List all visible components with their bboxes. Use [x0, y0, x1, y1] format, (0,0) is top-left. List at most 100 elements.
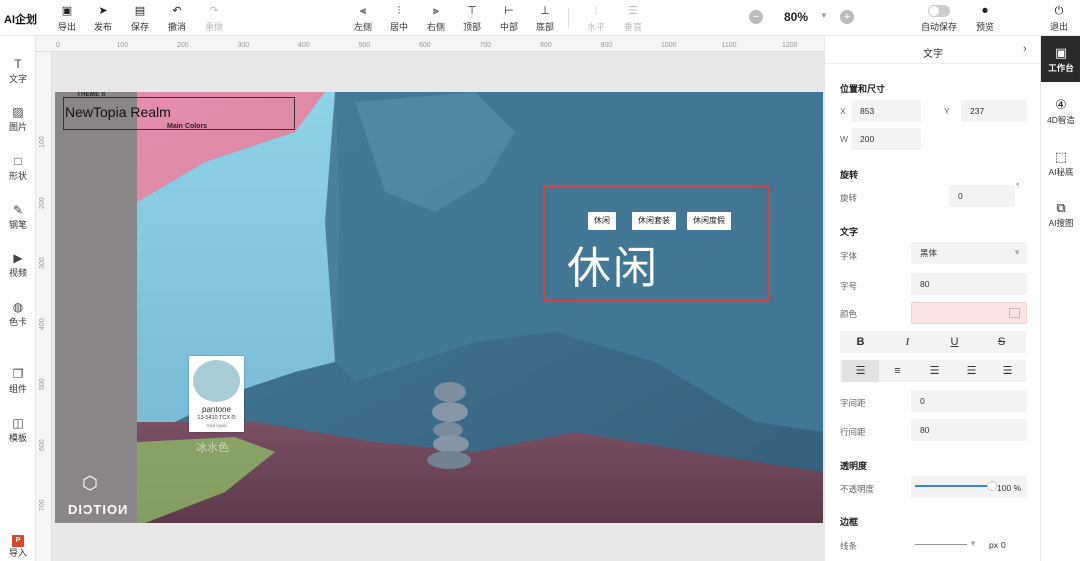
tag-chip[interactable]: 休闲度假 — [687, 212, 731, 230]
stroke-label: 线条 — [840, 541, 858, 551]
align-text-left-icon[interactable]: ☰ — [842, 360, 879, 382]
zoom-out-button[interactable]: − — [749, 10, 763, 24]
chevron-down-icon[interactable]: ▼ — [820, 11, 828, 20]
stroke-width-input[interactable]: 0 — [1001, 540, 1006, 550]
align-bottom-icon: ⊥ — [540, 5, 550, 17]
export-icon: ▣ — [61, 5, 73, 17]
w-label: W — [840, 134, 849, 144]
ruler-tick-label: 100 — [39, 136, 46, 148]
color-picker-field[interactable] — [911, 302, 1027, 324]
bold-button[interactable]: B — [842, 331, 879, 353]
left-gray-band — [55, 92, 137, 523]
align-center-button[interactable]: ⫶ 居中 — [383, 3, 415, 35]
font-select[interactable]: 黑体 ▼ — [911, 242, 1027, 264]
export-button[interactable]: ▣ 导出 — [51, 3, 83, 35]
tool-text[interactable]: T 文字 — [0, 56, 36, 85]
power-icon: ⏻ — [1054, 5, 1064, 17]
opacity-value: 100 % — [997, 483, 1022, 493]
matting-icon: ⬚ — [1054, 149, 1068, 164]
line-spacing-label: 行间距 — [840, 427, 866, 437]
rail-ai-search[interactable]: ⧉ AI搜图 — [1041, 199, 1080, 229]
font-size-input[interactable]: 80 — [911, 273, 1027, 295]
tool-template[interactable]: ◫ 模板 — [0, 415, 36, 444]
tool-pen[interactable]: ✎ 钢笔 — [0, 202, 36, 231]
zoom-in-button[interactable]: + — [840, 10, 854, 24]
section-text: 文字 — [840, 227, 859, 237]
degree-symbol: ° — [1016, 181, 1020, 191]
ruler-tick-label: 300 — [237, 42, 250, 49]
section-border: 边框 — [840, 517, 859, 527]
zoom-level[interactable]: 80% — [770, 10, 822, 24]
ruler-tick-label: 100 — [116, 42, 129, 49]
slide-canvas[interactable]: THEME II NewTopia Realm Main Colors pant… — [55, 92, 823, 523]
ruler-tick-label: 700 — [39, 499, 46, 511]
rail-workbench[interactable]: ▣ 工作台 — [1041, 36, 1080, 82]
exit-button[interactable]: ⏻ 退出 — [1043, 3, 1075, 35]
tag-chip[interactable]: 休闲套装 — [632, 212, 676, 230]
align-text-right-icon[interactable]: ☰ — [916, 360, 953, 382]
align-text-center-icon[interactable]: ≡ — [879, 360, 916, 382]
opacity-label: 不透明度 — [840, 484, 875, 494]
strikethrough-button[interactable]: S — [983, 331, 1020, 353]
color-picker-icon — [1009, 308, 1020, 318]
text-tool-icon: T — [14, 57, 22, 71]
color-label: 颜色 — [840, 309, 858, 319]
app-window: AI企划 ▣ 导出 ➤ 发布 ▤ 保存 ↶ 撤消 ↷ 重做 ⫷ 左侧 ⫶ 居中 ⫸ 右侧 ⊤ 顶部… — [0, 0, 1080, 561]
rail-ai-matting[interactable]: ⬚ AI秘底 — [1041, 148, 1080, 178]
color-swatch — [193, 360, 240, 402]
canvas-workspace[interactable]: THEME II NewTopia Realm Main Colors pant… — [52, 52, 824, 561]
palette-icon: ◍ — [12, 300, 24, 314]
save-button[interactable]: ▤ 保存 — [124, 3, 156, 35]
rotate-input[interactable]: 0 — [949, 185, 1015, 207]
workbench-icon: ▣ — [1054, 45, 1068, 60]
ruler-tick-label: 800 — [540, 42, 552, 49]
align-right-icon: ⫸ — [432, 5, 440, 17]
rock-background-image — [55, 92, 823, 523]
tool-video[interactable]: ▶ 视频 — [0, 250, 36, 279]
chevron-right-icon[interactable]: › — [1023, 43, 1027, 55]
tool-image[interactable]: ▨ 图片 — [0, 104, 36, 133]
shape-icon: □ — [14, 154, 22, 168]
opacity-slider-knob[interactable] — [987, 481, 997, 491]
tool-shape[interactable]: □ 形状 — [0, 153, 36, 182]
align-middle-button[interactable]: ⊢ 中部 — [493, 3, 525, 35]
tool-group[interactable]: ❐ 组件 — [0, 366, 36, 395]
line-spacing-input[interactable]: 80 — [911, 419, 1027, 441]
rail-4d[interactable]: ④ 4D智造 — [1041, 96, 1080, 126]
tool-import[interactable]: P 导入 — [0, 530, 36, 559]
theme-title: NewTopia Realm — [65, 104, 171, 120]
undo-button[interactable]: ↶ 撤消 — [161, 3, 193, 35]
redo-button[interactable]: ↷ 重做 — [198, 3, 230, 35]
letter-spacing-input[interactable]: 0 — [911, 390, 1027, 412]
width-input[interactable]: 200 — [851, 128, 921, 150]
save-icon: ▤ — [134, 5, 146, 17]
align-right-button[interactable]: ⫸ 右侧 — [420, 3, 452, 35]
stroke-unit: px — [989, 540, 998, 550]
publish-button[interactable]: ➤ 发布 — [87, 3, 119, 35]
distribute-horizontal-button[interactable]: ⦙ 水平 — [580, 3, 612, 35]
ruler-tick-label: 900 — [600, 42, 613, 49]
align-text-distribute-icon[interactable]: ☰ — [989, 360, 1026, 382]
align-top-button[interactable]: ⊤ 顶部 — [456, 3, 488, 35]
autosave-switch[interactable] — [928, 5, 950, 17]
tool-color-card[interactable]: ◍ 色卡 — [0, 299, 36, 328]
rotate-label: 旋转 — [840, 193, 858, 203]
ruler-tick-label: 500 — [39, 378, 46, 390]
underline-button[interactable]: U — [936, 331, 973, 353]
align-bottom-button[interactable]: ⊥ 底部 — [529, 3, 561, 35]
x-input[interactable]: 853 — [851, 100, 921, 122]
tag-chip[interactable]: 休闲 — [588, 212, 616, 230]
align-text-justify-icon[interactable]: ☰ — [953, 360, 990, 382]
selected-text-element[interactable]: 休闲 — [567, 232, 659, 296]
font-label: 字体 — [840, 251, 858, 261]
distribute-vertical-button[interactable]: ☰ 垂直 — [617, 3, 649, 35]
italic-button[interactable]: I — [889, 331, 926, 353]
ruler-tick-label: 1200 — [782, 42, 798, 49]
y-input[interactable]: 237 — [961, 100, 1027, 122]
image-icon: ▨ — [12, 105, 24, 119]
pen-icon: ✎ — [12, 203, 24, 217]
opacity-slider-track[interactable] — [915, 485, 991, 487]
pantone-color-card[interactable]: pantone 13-5410 TCX ® Iced Aqua — [189, 356, 244, 432]
preview-button[interactable]: ⏺ 预览 — [969, 3, 1001, 35]
align-left-button[interactable]: ⫷ 左侧 — [347, 3, 379, 35]
